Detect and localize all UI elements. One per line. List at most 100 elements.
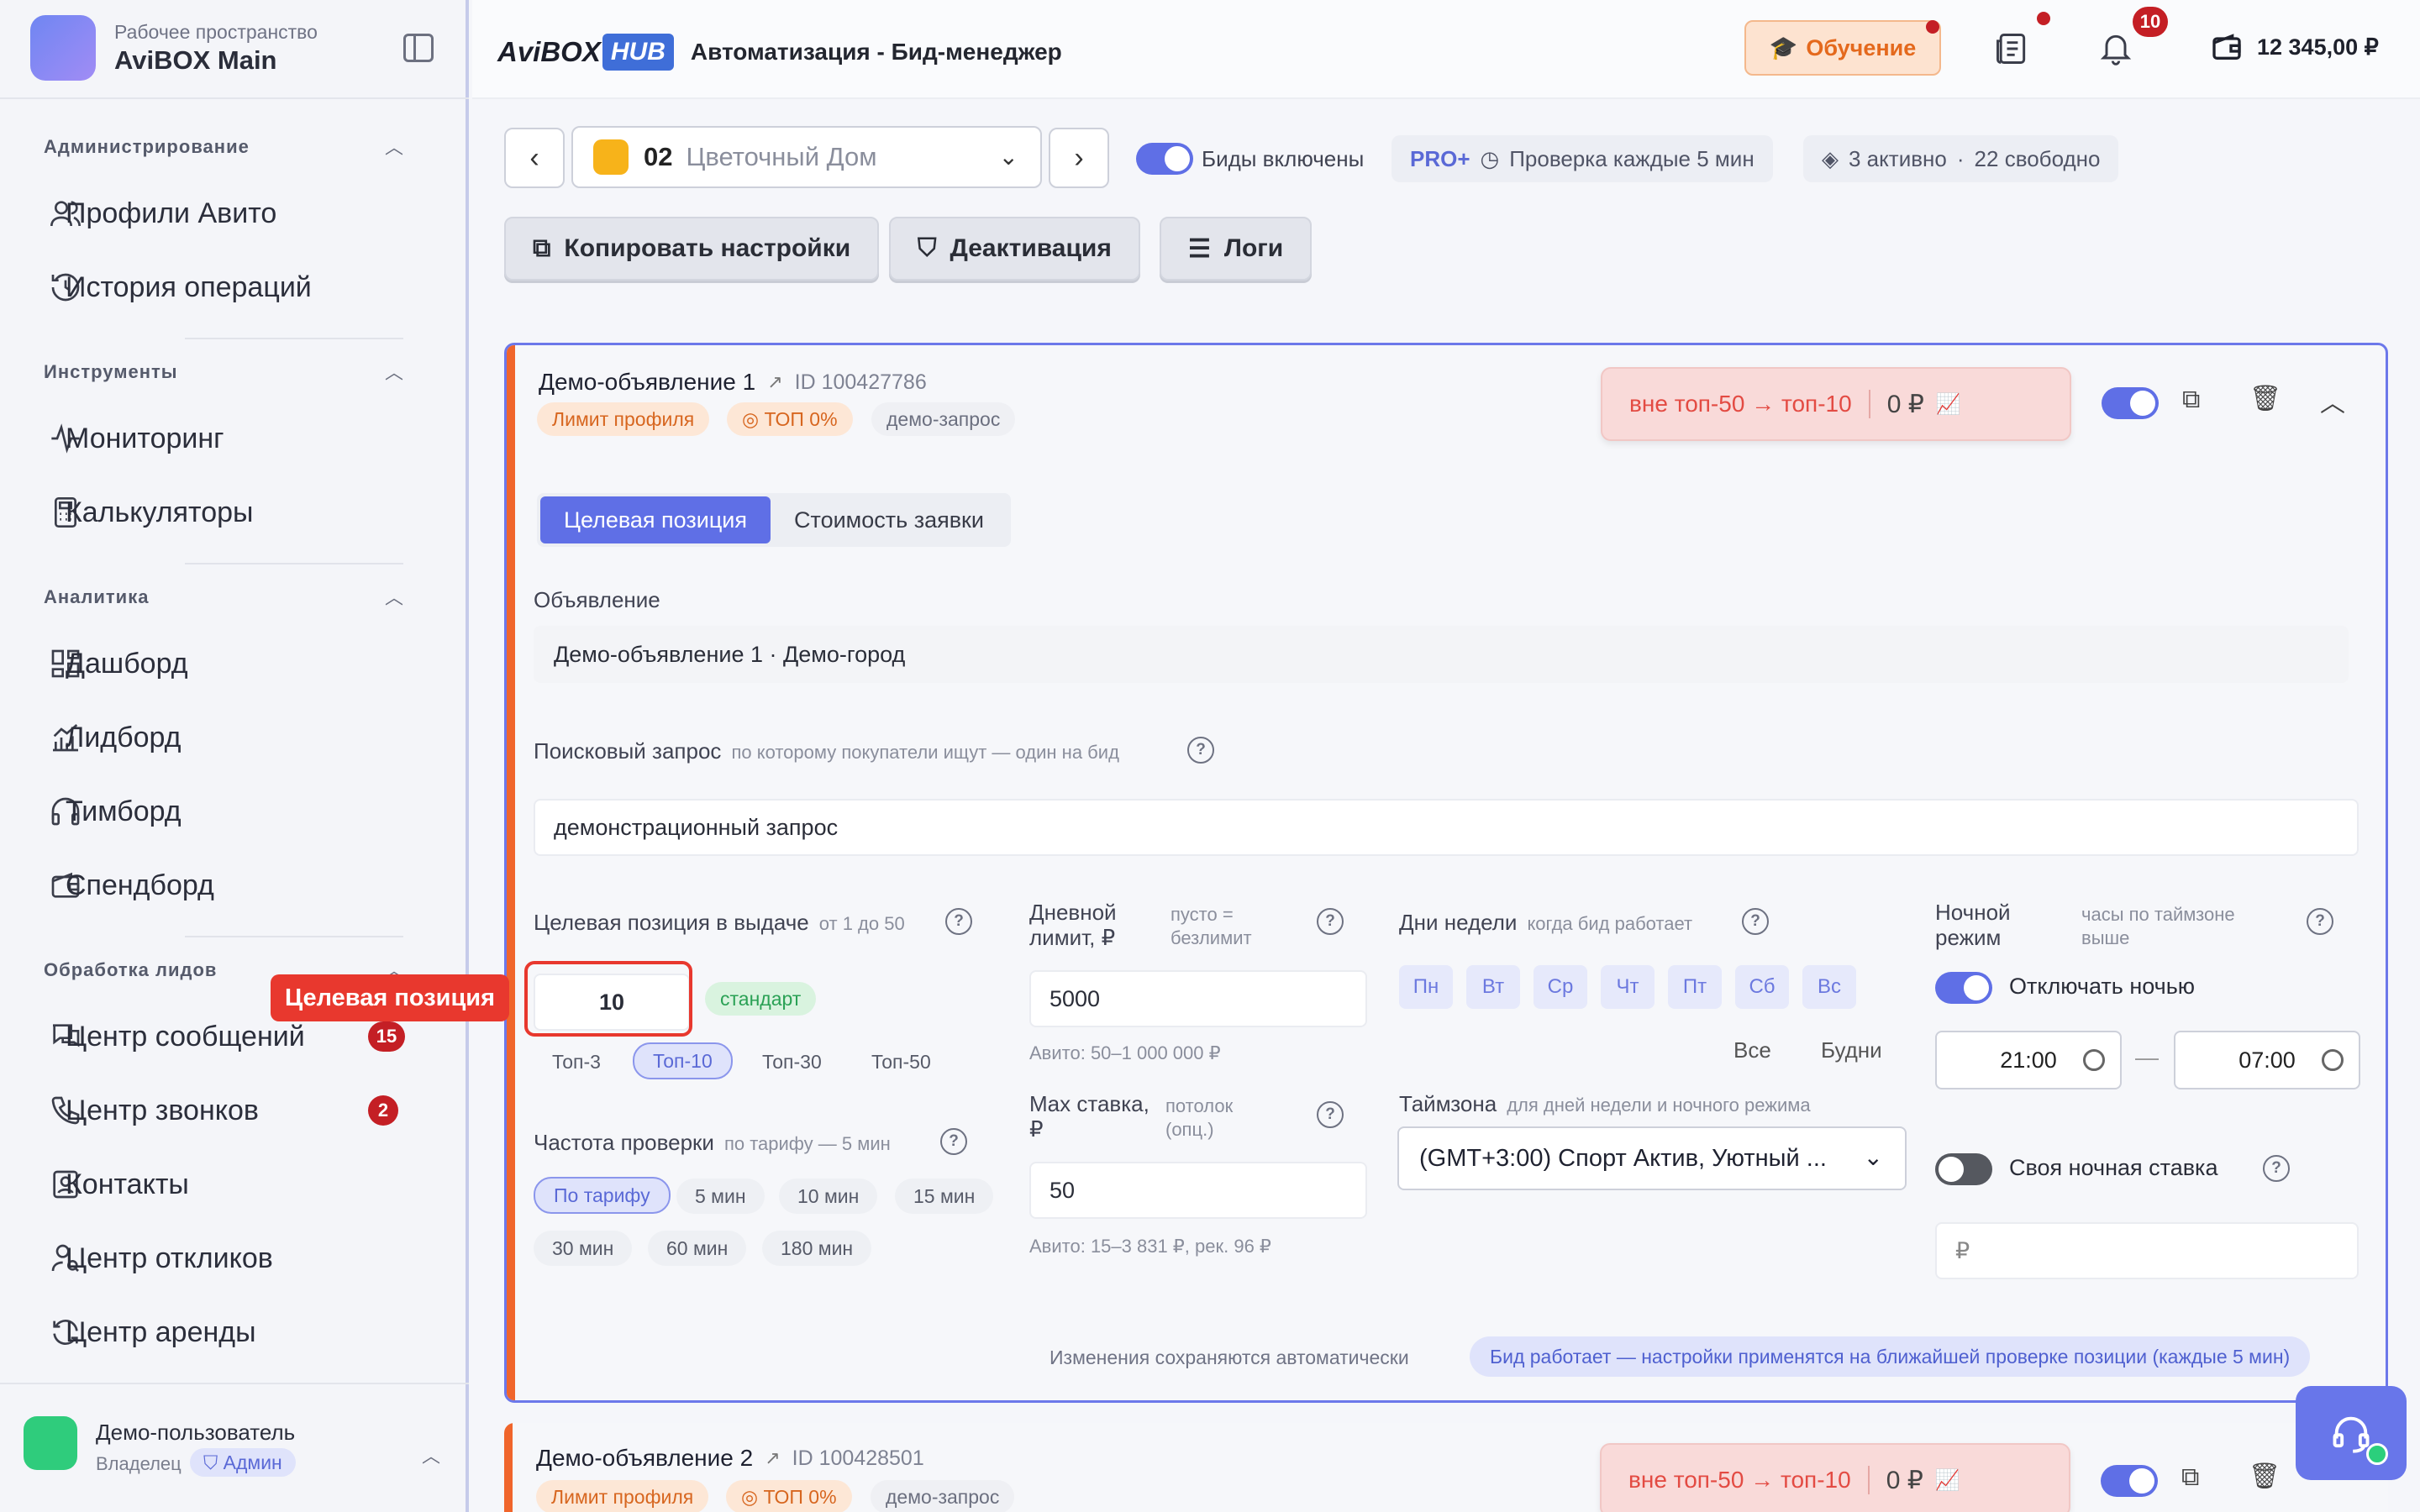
sidebar-item-spendboard[interactable]: Спендборд	[47, 860, 214, 911]
section-leads[interactable]: Обработка лидов	[44, 959, 217, 981]
position-status[interactable]: вне топ-50 → топ-10 0 ₽ 📈	[1600, 1443, 2070, 1512]
tab-lead-cost[interactable]: Стоимость заявки	[771, 496, 1007, 543]
freq-15[interactable]: 15 мин	[895, 1179, 994, 1214]
logs-button[interactable]: ☰ Логи	[1160, 217, 1313, 281]
daily-limit-input[interactable]: 5000	[1029, 970, 1367, 1027]
freq-60[interactable]: 60 мин	[648, 1231, 747, 1266]
max-bid-input[interactable]: 50	[1029, 1162, 1367, 1219]
help-icon[interactable]: ?	[1317, 908, 1344, 935]
freq-30[interactable]: 30 мин	[534, 1231, 633, 1266]
ad-title[interactable]: Демо-объявление 2	[536, 1445, 753, 1472]
help-icon[interactable]: ?	[940, 1128, 967, 1155]
day-fri[interactable]: Пт	[1668, 965, 1722, 1009]
preset-top-3[interactable]: Топ-3	[534, 1044, 619, 1079]
sidebar-item-calculators[interactable]: Калькуляторы	[47, 487, 253, 538]
sidebar-item-label: Центр сообщений	[66, 1020, 305, 1053]
brand-logo[interactable]: AviBOX HUB Автоматизация - Бид-менеджер	[497, 34, 1062, 71]
news-icon[interactable]	[1993, 30, 2030, 67]
sidebar-item-leadboard[interactable]: Лидборд	[47, 712, 182, 763]
help-icon[interactable]: ?	[1317, 1101, 1344, 1128]
bid-toggle[interactable]	[2102, 387, 2159, 419]
sidebar-item-profiles[interactable]: Профили Авито	[47, 188, 276, 239]
help-icon[interactable]: ?	[945, 908, 972, 935]
section-analytics[interactable]: Аналитика	[44, 586, 149, 608]
copy-icon[interactable]: ⧉	[2181, 1463, 2199, 1492]
support-button[interactable]	[2296, 1386, 2407, 1480]
day-tue[interactable]: Вт	[1466, 965, 1520, 1009]
chevron-up-icon[interactable]: ︿	[2320, 382, 2345, 419]
preset-top-30[interactable]: Топ-30	[744, 1044, 840, 1079]
tab-target-position[interactable]: Целевая позиция	[540, 496, 771, 543]
tour-tooltip: Целевая позиция	[271, 974, 509, 1021]
sidebar-item-monitoring[interactable]: Мониторинг	[47, 413, 224, 464]
user-menu[interactable]: Демо-пользователь Владелец ⛉ Админ	[24, 1416, 296, 1477]
sidebar-item-teamboard[interactable]: Тимборд	[47, 786, 182, 837]
chevron-up-icon[interactable]: ︿	[385, 358, 403, 385]
freq-tariff[interactable]: По тарифу	[534, 1177, 671, 1214]
position-status[interactable]: вне топ-50 → топ-10 0 ₽ 📈	[1601, 367, 2071, 441]
sidebar-collapse-icon[interactable]	[403, 34, 434, 62]
trash-icon[interactable]: 🗑	[2249, 384, 2281, 413]
day-sat[interactable]: Сб	[1735, 965, 1789, 1009]
balance[interactable]: 12 345,00 ₽	[2210, 30, 2379, 64]
sidebar-item-label: Мониторинг	[66, 422, 224, 454]
trash-icon[interactable]: 🗑	[2249, 1462, 2281, 1491]
prev-profile-button[interactable]: ‹	[504, 128, 565, 188]
night-end-time[interactable]: 07:00	[2174, 1031, 2360, 1089]
external-link-icon[interactable]: ↗	[767, 371, 782, 393]
info-banner: Бид работает — настройки применятся на б…	[1470, 1336, 2311, 1377]
day-mon[interactable]: Пн	[1399, 965, 1453, 1009]
preset-top-50[interactable]: Топ-50	[853, 1044, 950, 1079]
sidebar-item-messages[interactable]: Центр сообщений	[47, 1011, 305, 1062]
external-link-icon[interactable]: ↗	[765, 1447, 780, 1469]
freq-10[interactable]: 10 мин	[779, 1179, 878, 1214]
day-wed[interactable]: Ср	[1534, 965, 1587, 1009]
profile-select[interactable]: 02 Цветочный Дом ⌄	[571, 126, 1042, 188]
notification-dot	[1926, 20, 1939, 34]
night-mode-toggle[interactable]	[1935, 972, 1992, 1004]
section-tools[interactable]: Инструменты	[44, 361, 178, 383]
ad-label: Объявление	[534, 587, 660, 612]
bid-toggle[interactable]	[2101, 1465, 2158, 1497]
sidebar-item-dashboard[interactable]: Дашборд	[47, 638, 188, 689]
help-icon[interactable]: ?	[1187, 737, 1214, 764]
next-profile-button[interactable]: ›	[1049, 128, 1109, 188]
query-input[interactable]: демонстрационный запрос	[534, 799, 2359, 856]
chevron-up-icon[interactable]: ︿	[385, 583, 403, 610]
freq-5[interactable]: 5 мин	[676, 1179, 765, 1214]
sidebar-item-responses[interactable]: Центр откликов	[47, 1233, 273, 1284]
copy-settings-button[interactable]: ⧉ Копировать настройки	[504, 217, 880, 281]
learning-button[interactable]: 🎓 Обучение	[1744, 20, 1941, 76]
chevron-up-icon[interactable]: ︿	[422, 1441, 440, 1468]
sidebar-item-contacts[interactable]: Контакты	[47, 1159, 189, 1210]
night-bid-label: Своя ночная ставка	[2009, 1155, 2218, 1180]
timezone-select[interactable]: (GMT+3:00) Спорт Актив, Уютный ... ⌄	[1397, 1126, 1907, 1190]
preset-top-10[interactable]: Топ-10	[633, 1042, 733, 1079]
bell-icon[interactable]	[2097, 30, 2134, 67]
help-icon[interactable]: ?	[2307, 908, 2333, 935]
ad-title[interactable]: Демо-объявление 1	[539, 369, 755, 396]
freq-180[interactable]: 180 мин	[762, 1231, 872, 1266]
sidebar-item-history[interactable]: История операций	[47, 262, 312, 312]
help-icon[interactable]: ?	[1742, 908, 1769, 935]
bids-toggle[interactable]	[1136, 143, 1193, 175]
night-bid-input[interactable]: ₽	[1935, 1222, 2359, 1279]
chevron-up-icon[interactable]: ︿	[385, 133, 403, 160]
wallet-icon	[2212, 34, 2241, 60]
workspace-switcher[interactable]: Рабочее пространство AviBOX Main	[30, 15, 318, 81]
all-days-button[interactable]: Все	[1733, 1037, 1771, 1063]
workspace-logo	[30, 15, 96, 81]
weekdays-button[interactable]: Будни	[1821, 1037, 1882, 1063]
deactivate-button[interactable]: ⛉ Деактивация	[889, 217, 1140, 281]
copy-icon[interactable]: ⧉	[2182, 386, 2200, 414]
day-sun[interactable]: Вс	[1802, 965, 1856, 1009]
max-bid-sub: Авито: 15–3 831 ₽, рек. 96 ₽	[1029, 1236, 1271, 1257]
sidebar-item-rent[interactable]: Центр аренды	[47, 1307, 256, 1357]
night-start-time[interactable]: 21:00	[1935, 1031, 2122, 1089]
sidebar-item-calls[interactable]: Центр звонков	[47, 1085, 259, 1136]
headset-icon	[2333, 1416, 2370, 1453]
help-icon[interactable]: ?	[2263, 1155, 2290, 1182]
night-bid-toggle[interactable]	[1935, 1153, 1992, 1185]
day-thu[interactable]: Чт	[1601, 965, 1655, 1009]
section-admin[interactable]: Администрирование	[44, 136, 250, 158]
